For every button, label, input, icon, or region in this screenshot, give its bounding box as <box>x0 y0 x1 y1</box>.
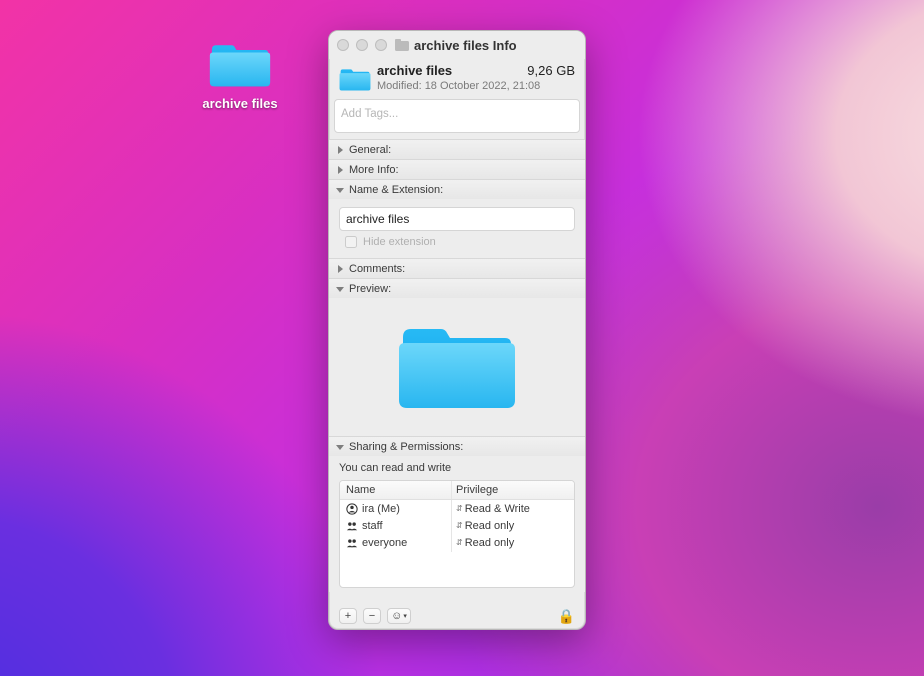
section-comments[interactable]: Comments: <box>329 258 585 278</box>
table-row[interactable]: everyone ⇵ Read only <box>340 534 574 551</box>
section-more-info[interactable]: More Info: <box>329 159 585 179</box>
lock-icon[interactable]: 🔒 <box>558 608 575 625</box>
section-preview-label: Preview: <box>349 283 391 295</box>
group-icon <box>346 520 358 532</box>
info-header: archive files 9,26 GB Modified: 18 Octob… <box>329 59 585 99</box>
user-icon <box>346 503 358 515</box>
stepper-icon: ⇵ <box>456 504 463 513</box>
name-input[interactable] <box>339 207 575 231</box>
folder-icon <box>397 313 517 417</box>
sharing-hint: You can read and write <box>339 462 575 474</box>
folder-icon <box>339 65 371 93</box>
item-size: 9,26 GB <box>527 63 575 78</box>
desktop-folder[interactable]: archive files <box>196 38 284 111</box>
privilege-cell[interactable]: ⇵ Read only <box>452 517 574 535</box>
table-header: Name Privilege <box>340 481 574 500</box>
item-name: archive files <box>377 63 452 78</box>
hide-extension-row[interactable]: Hide extension <box>345 236 575 248</box>
hide-extension-label: Hide extension <box>363 236 436 248</box>
section-general[interactable]: General: <box>329 139 585 159</box>
add-button[interactable]: + <box>339 608 357 624</box>
perm-name: everyone <box>362 537 407 549</box>
titlebar: archive files Info <box>329 31 585 59</box>
tags-input[interactable] <box>341 108 573 120</box>
perm-name: ira (Me) <box>362 503 400 515</box>
zoom-button[interactable] <box>375 39 387 51</box>
name-ext-body: Hide extension <box>329 199 585 258</box>
close-button[interactable] <box>337 39 349 51</box>
stepper-icon: ⇵ <box>456 521 463 530</box>
chevron-down-icon <box>337 443 345 451</box>
minimize-button[interactable] <box>356 39 368 51</box>
section-sharing-label: Sharing & Permissions: <box>349 441 463 453</box>
section-more-info-label: More Info: <box>349 164 399 176</box>
perm-priv: Read only <box>465 520 515 532</box>
section-general-label: General: <box>349 144 391 156</box>
perm-priv: Read only <box>465 537 515 549</box>
section-sharing[interactable]: Sharing & Permissions: <box>329 436 585 456</box>
traffic-lights <box>337 39 387 51</box>
permissions-table: Name Privilege ira (Me) ⇵ Read & Write s… <box>339 480 575 588</box>
section-preview[interactable]: Preview: <box>329 278 585 298</box>
table-row[interactable]: ira (Me) ⇵ Read & Write <box>340 500 574 517</box>
privilege-cell[interactable]: ⇵ Read only <box>452 534 574 552</box>
proxy-icon[interactable] <box>395 39 409 51</box>
chevron-right-icon <box>337 146 345 154</box>
chevron-down-icon: ▾ <box>403 612 407 620</box>
item-modified: Modified: 18 October 2022, 21:08 <box>377 80 575 92</box>
column-privilege[interactable]: Privilege <box>452 481 574 499</box>
table-row[interactable]: staff ⇵ Read only <box>340 517 574 534</box>
preview-body <box>329 298 585 436</box>
tags-field[interactable] <box>334 99 580 133</box>
perm-name: staff <box>362 520 383 532</box>
chevron-down-icon <box>337 186 345 194</box>
footer-bar: + − ☺ ▾ 🔒 <box>329 603 585 629</box>
group-icon <box>346 537 358 549</box>
stepper-icon: ⇵ <box>456 538 463 547</box>
chevron-down-icon <box>337 285 345 293</box>
section-comments-label: Comments: <box>349 263 405 275</box>
chevron-right-icon <box>337 265 345 273</box>
chevron-right-icon <box>337 166 345 174</box>
sharing-body: You can read and write Name Privilege ir… <box>329 456 585 592</box>
window-title: archive files Info <box>414 38 517 53</box>
privilege-cell[interactable]: ⇵ Read & Write <box>452 500 574 518</box>
column-name[interactable]: Name <box>340 481 452 499</box>
info-window: archive files Info archive files 9,26 GB… <box>328 30 586 630</box>
section-name-ext-label: Name & Extension: <box>349 184 443 196</box>
smiley-icon: ☺ <box>391 610 402 622</box>
perm-priv: Read & Write <box>465 503 530 515</box>
action-menu-button[interactable]: ☺ ▾ <box>387 608 411 624</box>
table-filler <box>340 551 574 587</box>
hide-extension-checkbox[interactable] <box>345 236 357 248</box>
section-name-ext[interactable]: Name & Extension: <box>329 179 585 199</box>
folder-icon <box>208 38 272 90</box>
remove-button[interactable]: − <box>363 608 381 624</box>
desktop-folder-label: archive files <box>202 96 277 111</box>
